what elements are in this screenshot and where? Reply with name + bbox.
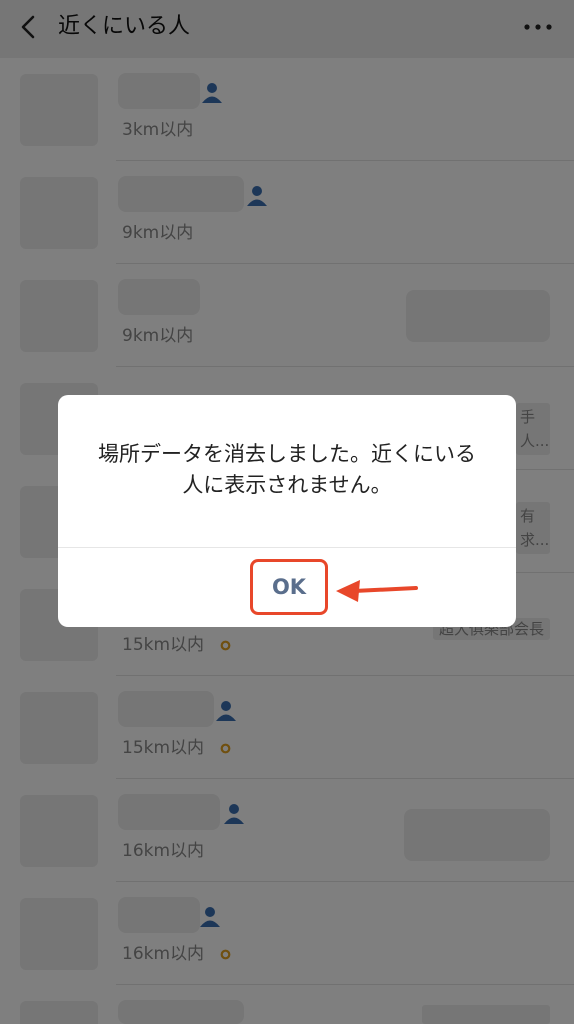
- divider: [58, 547, 516, 548]
- alert-dialog: 場所データを消去しました。近くにいる人に表示されません。 OK: [58, 395, 516, 627]
- arrow-left-icon: [336, 580, 418, 602]
- dialog-message: 場所データを消去しました。近くにいる人に表示されません。: [98, 442, 476, 497]
- ok-button[interactable]: OK: [250, 559, 328, 615]
